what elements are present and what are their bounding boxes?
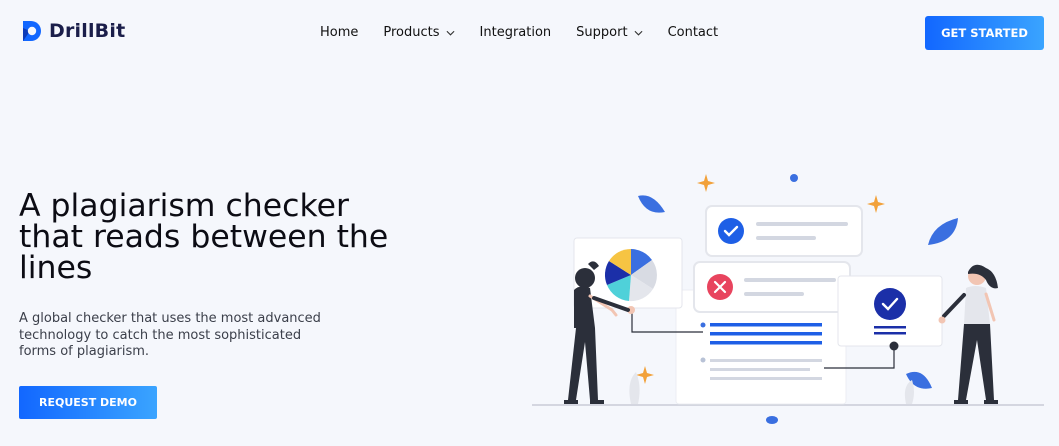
hero-title-line: lines xyxy=(19,250,93,286)
request-demo-button[interactable]: REQUEST DEMO xyxy=(19,386,157,419)
brand-logo[interactable]: DrillBit xyxy=(19,19,125,43)
nav-item-label: Integration xyxy=(479,25,552,40)
person-right xyxy=(938,264,998,404)
text-line xyxy=(710,368,810,371)
sparkle-icon xyxy=(867,195,885,213)
leaf-shape xyxy=(638,195,665,213)
hero-subtitle-line: technology to catch the most sophisticat… xyxy=(19,327,302,343)
hero-subtitle: A global checker that uses the most adva… xyxy=(19,311,389,361)
hero-illustration xyxy=(532,174,1044,424)
top-navbar: DrillBit Home Products Integration Suppo… xyxy=(0,0,1059,66)
text-line xyxy=(744,278,836,282)
nav-item-label: Contact xyxy=(667,25,719,40)
main-nav: Home Products Integration Support Contac… xyxy=(320,25,743,40)
nav-item-contact[interactable]: Contact xyxy=(668,25,719,40)
nav-item-products[interactable]: Products xyxy=(383,25,455,40)
plant-shape xyxy=(904,380,914,404)
check-icon xyxy=(874,288,906,320)
nav-item-home[interactable]: Home xyxy=(320,25,358,40)
text-line xyxy=(756,236,816,240)
text-line xyxy=(710,359,822,362)
text-line xyxy=(756,222,848,226)
dot-shape xyxy=(790,174,798,182)
get-started-button[interactable]: GET STARTED xyxy=(925,16,1044,50)
dot-shape xyxy=(766,416,778,424)
plant-shape xyxy=(629,372,640,404)
text-line xyxy=(710,341,822,345)
nav-item-support[interactable]: Support xyxy=(576,25,643,40)
hero-subtitle-line: forms of plagiarism. xyxy=(19,344,150,359)
logo-d-icon xyxy=(23,21,41,41)
nav-item-integration[interactable]: Integration xyxy=(480,25,552,40)
connector-node xyxy=(889,341,899,351)
check-icon xyxy=(718,218,744,244)
nav-item-label: Home xyxy=(320,25,359,40)
nav-item-label: Support xyxy=(576,25,628,40)
brand-name: DrillBit xyxy=(49,20,126,42)
text-line xyxy=(874,326,906,329)
sparkle-icon xyxy=(697,174,715,192)
chevron-down-icon xyxy=(634,30,643,36)
text-line xyxy=(710,323,822,327)
bullet-dot xyxy=(700,357,706,363)
bullet-dot xyxy=(700,322,706,328)
pie-chart xyxy=(604,248,657,302)
text-line xyxy=(710,377,822,380)
text-line xyxy=(874,332,906,335)
hero-title: A plagiarism checker that reads between … xyxy=(19,190,489,286)
chevron-down-icon xyxy=(446,30,455,36)
text-line xyxy=(744,292,804,296)
nav-item-label: Products xyxy=(383,25,440,40)
text-line xyxy=(710,332,822,336)
hero-subtitle-line: A global checker that uses the most adva… xyxy=(19,311,321,326)
leaf-shape xyxy=(928,218,958,245)
